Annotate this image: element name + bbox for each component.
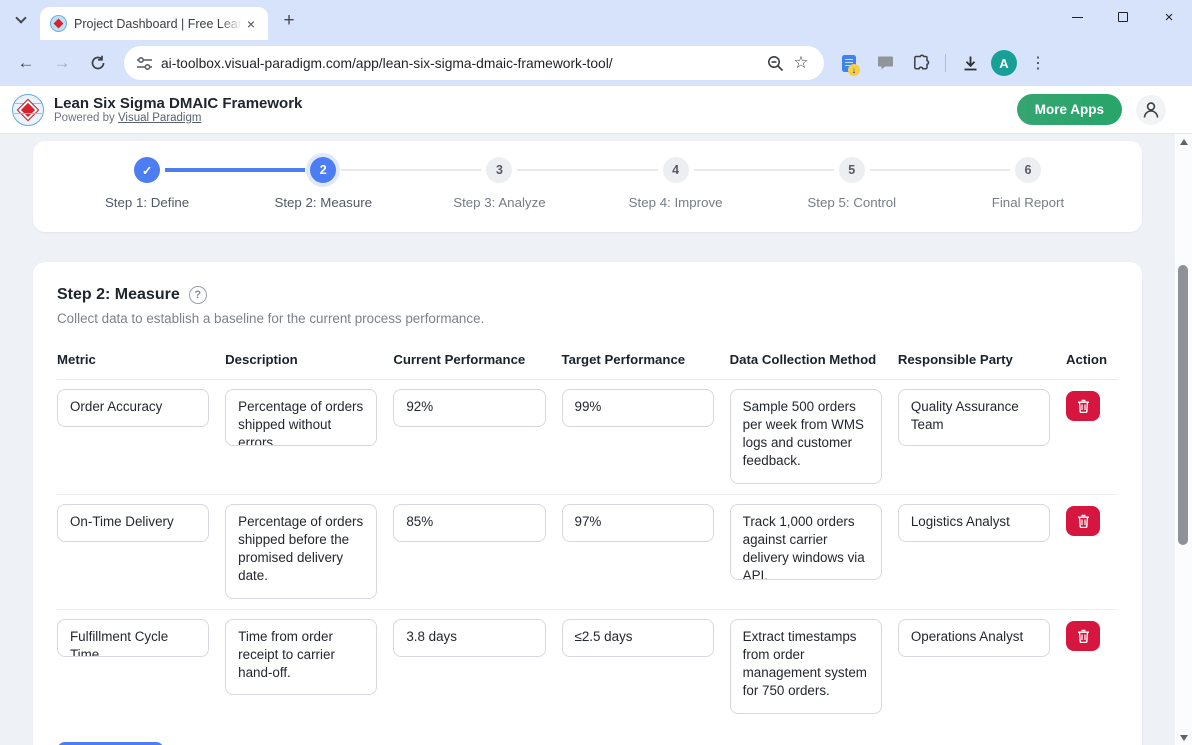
browser-toolbar: ← → ai-toolbox.visual-paradigm.com/app/l… xyxy=(0,40,1192,86)
help-icon[interactable]: ? xyxy=(189,286,207,304)
target-performance-input[interactable]: ≤2.5 days xyxy=(562,619,714,657)
site-settings-icon[interactable] xyxy=(136,56,153,71)
step-6-dot[interactable]: 6 xyxy=(1015,157,1041,183)
new-tab-button[interactable]: + xyxy=(276,8,302,34)
description-input[interactable]: Percentage of orders shipped without err… xyxy=(225,389,377,446)
account-button[interactable] xyxy=(1136,95,1166,125)
tab-search-button[interactable] xyxy=(8,7,34,33)
data-collection-input[interactable]: Sample 500 orders per week from WMS logs… xyxy=(730,389,882,484)
app-logo xyxy=(12,94,44,126)
scrollbar-down-icon[interactable] xyxy=(1175,730,1192,745)
maximize-icon xyxy=(1118,12,1128,22)
zoom-icon[interactable] xyxy=(762,50,788,76)
visual-paradigm-diamond-icon xyxy=(18,100,38,120)
tab-title: Project Dashboard | Free Lean S xyxy=(74,17,242,31)
bookmark-star-icon[interactable]: ☆ xyxy=(788,50,814,76)
step-final-report[interactable]: 6 Final Report xyxy=(940,157,1116,210)
section-subtitle: Collect data to establish a baseline for… xyxy=(57,311,1118,326)
responsible-party-input[interactable]: Quality Assurance Team xyxy=(898,389,1050,446)
browser-titlebar: Project Dashboard | Free Lean S × + × xyxy=(0,0,1192,40)
download-icon[interactable] xyxy=(955,48,985,78)
step-5-dot[interactable]: 5 xyxy=(839,157,865,183)
step-3-dot[interactable]: 3 xyxy=(486,157,512,183)
minimize-button[interactable] xyxy=(1054,0,1100,34)
step-define[interactable]: ✓ Step 1: Define xyxy=(59,157,235,210)
minimize-icon xyxy=(1072,17,1083,18)
browser-menu-icon[interactable]: ⋮ xyxy=(1023,48,1053,78)
trash-icon xyxy=(1077,514,1090,528)
current-performance-input[interactable]: 85% xyxy=(393,504,545,542)
window-controls: × xyxy=(1054,0,1192,34)
page-scrollbar[interactable] xyxy=(1175,134,1192,745)
profile-avatar[interactable]: A xyxy=(991,50,1017,76)
address-bar[interactable]: ai-toolbox.visual-paradigm.com/app/lean-… xyxy=(124,46,824,80)
table-row: Order Accuracy Percentage of orders ship… xyxy=(57,380,1118,495)
step-measure[interactable]: 2 Step 2: Measure xyxy=(235,157,411,210)
delete-row-button[interactable] xyxy=(1066,506,1100,536)
step-improve[interactable]: 4 Step 4: Improve xyxy=(588,157,764,210)
page-content: ✓ Step 1: Define 2 Step 2: Measure 3 Ste… xyxy=(0,134,1175,745)
step-analyze[interactable]: 3 Step 3: Analyze xyxy=(411,157,587,210)
target-performance-input[interactable]: 97% xyxy=(562,504,714,542)
scrollbar-up-icon[interactable] xyxy=(1175,134,1192,149)
docs-extension-icon[interactable]: ↓ xyxy=(834,48,864,78)
data-collection-input[interactable]: Extract timestamps from order management… xyxy=(730,619,882,714)
app-title: Lean Six Sigma DMAIC Framework xyxy=(54,95,302,112)
chat-icon[interactable] xyxy=(870,48,900,78)
toolbar-extensions-area: ↓ A ⋮ xyxy=(834,48,1053,78)
table-row: On-Time Delivery Percentage of orders sh… xyxy=(57,495,1118,610)
step-control[interactable]: 5 Step 5: Control xyxy=(764,157,940,210)
extensions-puzzle-icon[interactable] xyxy=(906,48,936,78)
data-collection-input[interactable]: Track 1,000 orders against carrier deliv… xyxy=(730,504,882,580)
responsible-party-input[interactable]: Logistics Analyst xyxy=(898,504,1050,542)
browser-tab[interactable]: Project Dashboard | Free Lean S × xyxy=(40,7,268,40)
site-header: Lean Six Sigma DMAIC Framework Powered b… xyxy=(0,86,1192,134)
delete-row-button[interactable] xyxy=(1066,391,1100,421)
metric-input[interactable]: Fulfillment Cycle Time xyxy=(57,619,209,657)
powered-by: Powered by Visual Paradigm xyxy=(54,112,302,124)
stepper-card: ✓ Step 1: Define 2 Step 2: Measure 3 Ste… xyxy=(33,141,1142,232)
tab-close-icon[interactable]: × xyxy=(242,15,260,33)
delete-row-button[interactable] xyxy=(1066,621,1100,651)
close-window-button[interactable]: × xyxy=(1146,0,1192,34)
more-apps-button[interactable]: More Apps xyxy=(1017,94,1122,125)
scrollbar-thumb[interactable] xyxy=(1178,265,1188,545)
metric-input[interactable]: On-Time Delivery xyxy=(57,504,209,542)
trash-icon xyxy=(1077,399,1090,413)
toolbar-divider xyxy=(945,54,946,72)
metric-input[interactable]: Order Accuracy xyxy=(57,389,209,427)
dmaic-stepper: ✓ Step 1: Define 2 Step 2: Measure 3 Ste… xyxy=(59,157,1116,210)
step-1-check-icon[interactable]: ✓ xyxy=(134,157,160,183)
table-header: Metric Description Current Performance T… xyxy=(57,352,1118,380)
table-row: Fulfillment Cycle Time Time from order r… xyxy=(57,610,1118,724)
visual-paradigm-link[interactable]: Visual Paradigm xyxy=(118,112,202,124)
description-input[interactable]: Percentage of orders shipped before the … xyxy=(225,504,377,599)
maximize-button[interactable] xyxy=(1100,0,1146,34)
current-performance-input[interactable]: 3.8 days xyxy=(393,619,545,657)
url-text: ai-toolbox.visual-paradigm.com/app/lean-… xyxy=(161,56,762,71)
person-icon xyxy=(1141,100,1161,120)
forward-icon[interactable]: → xyxy=(47,48,77,78)
back-icon[interactable]: ← xyxy=(11,48,41,78)
chevron-down-icon xyxy=(15,12,26,23)
trash-icon xyxy=(1077,629,1090,643)
favicon xyxy=(50,15,67,32)
reload-icon[interactable] xyxy=(83,48,113,78)
section-title: Step 2: Measure xyxy=(57,286,180,304)
description-input[interactable]: Time from order receipt to carrier hand-… xyxy=(225,619,377,695)
target-performance-input[interactable]: 99% xyxy=(562,389,714,427)
step-4-dot[interactable]: 4 xyxy=(663,157,689,183)
responsible-party-input[interactable]: Operations Analyst xyxy=(898,619,1050,657)
current-performance-input[interactable]: 92% xyxy=(393,389,545,427)
step-2-dot[interactable]: 2 xyxy=(310,157,336,183)
measure-card: Step 2: Measure ? Collect data to establ… xyxy=(33,262,1142,745)
